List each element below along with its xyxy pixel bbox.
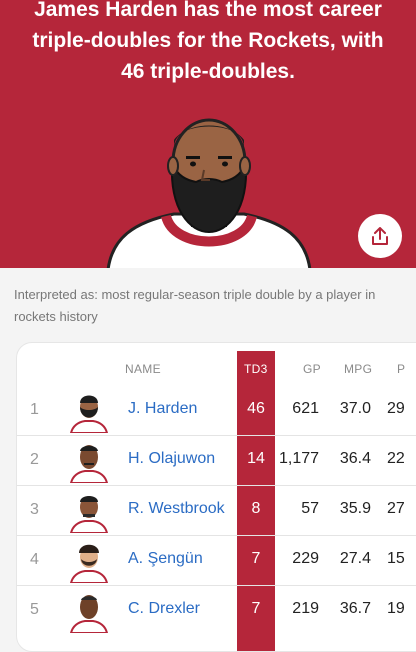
table-row[interactable]: 2 H. Olajuwon 14 1,177 36.4 22 — [17, 436, 416, 486]
cell-mpg: 35.9 — [339, 500, 371, 517]
cell-gp: 57 — [301, 500, 319, 517]
player-avatar-icon — [69, 395, 109, 433]
table-row[interactable]: 1 J. Harden 46 621 37.0 29 — [17, 386, 416, 436]
share-upload-icon — [372, 227, 388, 245]
cell-pts: 29 — [387, 400, 405, 417]
player-name-link[interactable]: C. Drexler — [128, 600, 200, 618]
cell-td3: 7 — [251, 550, 261, 567]
player-avatar-icon — [69, 496, 109, 533]
header-pts[interactable]: P — [397, 362, 405, 376]
row-rank: 3 — [30, 501, 39, 518]
player-avatar-icon — [69, 595, 109, 633]
answer-headline: James Harden has the most career triple-… — [32, 0, 384, 83]
table-row[interactable]: 3 R. Westbrook 8 57 35.9 27 — [17, 486, 416, 536]
player-name-link[interactable]: A. Şengün — [128, 550, 203, 568]
row-rank: 1 — [30, 401, 39, 418]
cell-pts: 19 — [387, 600, 405, 617]
row-rank: 4 — [30, 551, 39, 568]
interpretation-text: Interpreted as: most regular-season trip… — [14, 287, 376, 324]
cell-td3: 14 — [247, 450, 265, 467]
header-mpg[interactable]: MPG — [344, 362, 372, 376]
cell-pts: 22 — [387, 450, 405, 467]
cell-gp: 621 — [292, 400, 319, 417]
row-rank: 2 — [30, 451, 39, 468]
cell-mpg: 27.4 — [339, 550, 371, 567]
player-avatar-icon — [69, 445, 109, 483]
header-td3[interactable]: TD3 — [244, 362, 268, 376]
cell-gp: 229 — [292, 550, 319, 567]
cell-mpg: 36.4 — [339, 450, 371, 467]
player-name-link[interactable]: R. Westbrook — [128, 500, 225, 518]
player-name-link[interactable]: J. Harden — [128, 400, 197, 418]
results-table: NAME TD3 GP MPG P 1 J. Harden 46 621 37.… — [16, 342, 416, 652]
cell-td3: 7 — [251, 600, 261, 617]
cell-gp: 1,177 — [279, 450, 320, 467]
header-gp[interactable]: GP — [303, 362, 321, 376]
player-avatar-icon — [69, 544, 109, 583]
cell-td3: 46 — [247, 400, 265, 417]
share-button[interactable] — [358, 214, 402, 258]
cell-mpg: 36.7 — [339, 600, 371, 617]
cell-gp: 219 — [292, 600, 319, 617]
table-row[interactable]: 5 C. Drexler 7 219 36.7 19 — [17, 586, 416, 636]
cell-pts: 27 — [387, 500, 405, 517]
player-portrait-icon — [106, 118, 312, 268]
row-rank: 5 — [30, 601, 39, 618]
header-name[interactable]: NAME — [125, 362, 161, 376]
cell-td3: 8 — [251, 500, 261, 517]
player-name-link[interactable]: H. Olajuwon — [128, 450, 215, 468]
answer-hero: James Harden has the most career triple-… — [0, 0, 416, 268]
table-row[interactable]: 4 A. Şengün 7 229 27.4 15 — [17, 536, 416, 586]
cell-pts: 15 — [387, 550, 405, 567]
cell-mpg: 37.0 — [339, 400, 371, 417]
